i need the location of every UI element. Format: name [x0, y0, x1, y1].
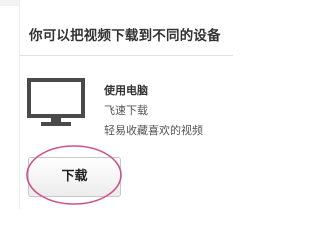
feature-fast-download: 飞速下载: [104, 104, 148, 117]
monitor-icon: [27, 78, 85, 126]
download-button[interactable]: 下载: [28, 157, 121, 197]
panel-title: 你可以把视频下载到不同的设备: [29, 28, 221, 44]
feature-easy-collect: 轻易收藏喜欢的视频: [104, 124, 203, 137]
device-name: 使用电脑: [104, 84, 148, 97]
download-devices-panel: 你可以把视频下载到不同的设备 使用电脑 飞速下载 轻易收藏喜欢的视频 下载: [19, 0, 233, 209]
divider: [20, 55, 233, 56]
